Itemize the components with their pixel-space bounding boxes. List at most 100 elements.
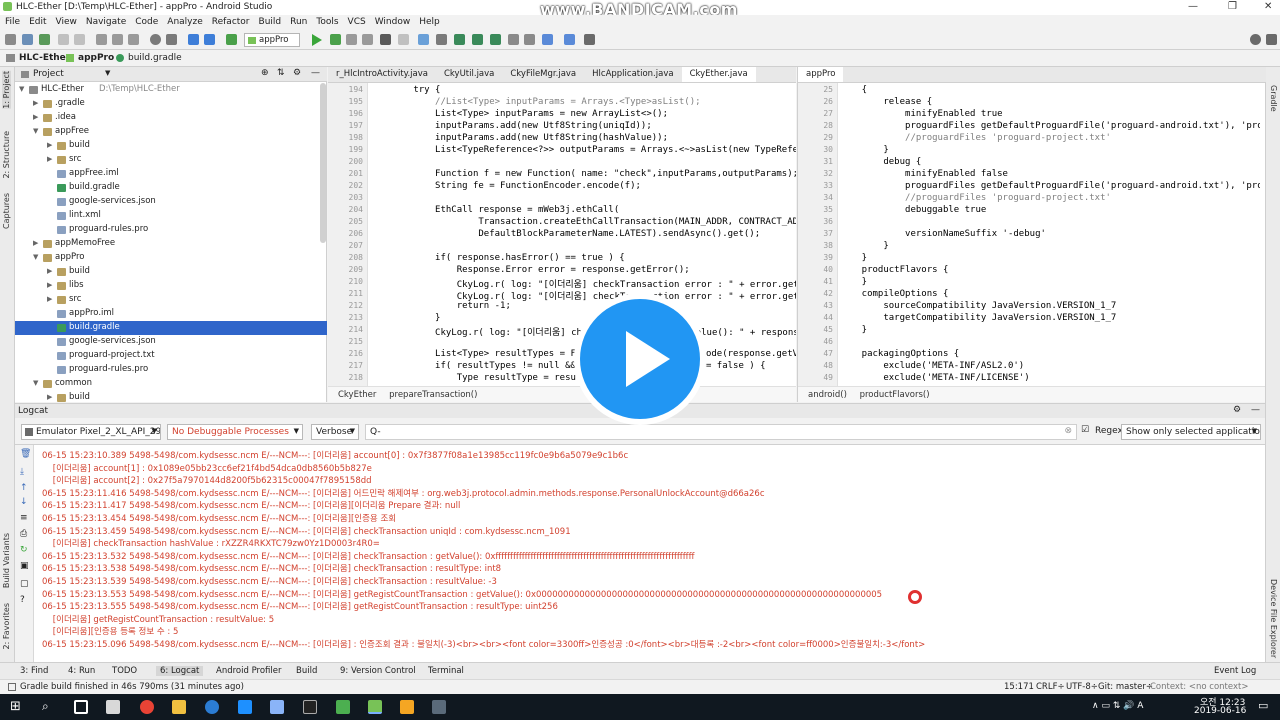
- locate-file-icon[interactable]: ⊕: [261, 68, 269, 78]
- layout-inspector-icon[interactable]: [542, 34, 553, 45]
- clock-date[interactable]: 2019-06-16: [1194, 706, 1246, 716]
- project-scrollbar[interactable]: [320, 83, 326, 243]
- redo-icon[interactable]: [74, 34, 85, 45]
- run-icon[interactable]: [312, 34, 322, 46]
- tree-item[interactable]: lint.xml: [15, 209, 327, 223]
- close-icon[interactable]: ✕: [1264, 1, 1272, 12]
- vcs-commit-icon[interactable]: [490, 34, 501, 45]
- menu-run[interactable]: Run: [290, 17, 307, 27]
- structure-tool-tab[interactable]: 2: Structure: [2, 131, 11, 179]
- device-manager-icon[interactable]: [564, 34, 575, 45]
- chevron-right-icon[interactable]: ▶: [47, 295, 52, 303]
- android-profiler-tab[interactable]: Android Profiler: [216, 666, 282, 676]
- version-control-tab[interactable]: 9: Version Control: [340, 666, 416, 676]
- tree-item[interactable]: ▶ src: [15, 153, 327, 167]
- favorites-tool-tab[interactable]: 2: Favorites: [2, 603, 11, 649]
- tree-item[interactable]: ▶ build: [15, 265, 327, 279]
- editor-tab[interactable]: appPro: [798, 67, 844, 82]
- system-tray-icons[interactable]: ∧ ▭ ⇅ 🔊 A: [1092, 701, 1143, 711]
- maximize-icon[interactable]: ❐: [1228, 1, 1237, 12]
- run-tab[interactable]: 4: Run: [68, 666, 95, 676]
- chevron-right-icon[interactable]: ▶: [33, 239, 38, 247]
- log-level-select[interactable]: Verbose ▼: [311, 424, 359, 440]
- build-hammer-icon[interactable]: [226, 34, 237, 45]
- build-variants-tool-tab[interactable]: Build Variants: [2, 533, 11, 588]
- find-icon[interactable]: [150, 34, 161, 45]
- apply-changes-icon[interactable]: [380, 34, 391, 45]
- menu-navigate[interactable]: Navigate: [86, 17, 126, 27]
- copy-icon[interactable]: [112, 34, 123, 45]
- run-config-select[interactable]: appPro: [244, 33, 300, 47]
- file-explorer-icon[interactable]: [172, 700, 186, 714]
- clear-logcat-icon[interactable]: 🗑: [20, 449, 31, 459]
- video-play-overlay[interactable]: [574, 293, 706, 425]
- logcat-hide-icon[interactable]: —: [1251, 405, 1260, 415]
- paste-icon[interactable]: [128, 34, 139, 45]
- chevron-right-icon[interactable]: ▶: [33, 99, 38, 107]
- menu-code[interactable]: Code: [135, 17, 158, 27]
- todo-tab[interactable]: TODO: [112, 666, 137, 676]
- screenshot-icon[interactable]: ▣: [20, 561, 29, 571]
- editor-tab[interactable]: r_HlcIntroActivity.java: [328, 67, 436, 82]
- chevron-right-icon[interactable]: ▶: [47, 393, 52, 401]
- hide-panel-icon[interactable]: —: [311, 68, 320, 78]
- chevron-down-icon[interactable]: ▼: [33, 127, 38, 135]
- breadcrumb-module[interactable]: appPro: [78, 53, 114, 63]
- editor-tab[interactable]: HlcApplication.java: [584, 67, 681, 82]
- chrome-icon[interactable]: [140, 700, 154, 714]
- debug-icon[interactable]: [330, 34, 341, 45]
- menu-help[interactable]: Help: [419, 17, 440, 27]
- git-branch[interactable]: Git: master÷: [1098, 682, 1153, 692]
- avd-manager-icon[interactable]: [436, 34, 447, 45]
- save-all-icon[interactable]: [22, 34, 33, 45]
- regex-label[interactable]: Regex: [1095, 426, 1123, 436]
- minimize-icon[interactable]: —: [1188, 1, 1198, 12]
- logcat-search-input[interactable]: Q- ⊗: [365, 424, 1077, 440]
- caret-position[interactable]: 15:171: [1004, 682, 1034, 692]
- chevron-right-icon[interactable]: ▶: [47, 267, 52, 275]
- logcat-output[interactable]: 06-15 15:23:10.389 5498-5498/com.kydsess…: [34, 445, 1265, 662]
- help-icon[interactable]: [584, 34, 595, 45]
- structure-toolbar-icon[interactable]: [1266, 34, 1277, 45]
- tree-item[interactable]: ▶ appMemoFree: [15, 237, 327, 251]
- editor-tab[interactable]: CkyFileMgr.java: [502, 67, 584, 82]
- taskbar-other-icon[interactable]: [432, 700, 446, 714]
- up-stack-icon[interactable]: ↑: [20, 483, 28, 493]
- internet-explorer-icon[interactable]: [205, 700, 219, 714]
- menu-edit[interactable]: Edit: [29, 17, 46, 27]
- gear-icon[interactable]: ⚙: [293, 68, 301, 78]
- tree-item[interactable]: appPro.iml: [15, 307, 327, 321]
- gradle-sync-icon[interactable]: [418, 34, 429, 45]
- chevron-down-icon[interactable]: ▼: [19, 85, 24, 93]
- editor-tab[interactable]: CkyUtil.java: [436, 67, 502, 82]
- project-tool-tab[interactable]: 1: Project: [2, 71, 11, 109]
- notification-icon[interactable]: ▭: [1258, 699, 1268, 712]
- taskbar-green-app-icon[interactable]: [336, 700, 350, 714]
- tree-item[interactable]: ▼ appPro: [15, 251, 327, 265]
- open-folder-icon[interactable]: [5, 34, 16, 45]
- build-tab[interactable]: Build: [296, 666, 317, 676]
- logcat-settings-icon[interactable]: ⚙: [1233, 405, 1241, 415]
- menu-refactor[interactable]: Refactor: [212, 17, 250, 27]
- captures-tool-tab[interactable]: Captures: [2, 193, 11, 229]
- bandicam-icon[interactable]: [400, 700, 414, 714]
- device-select[interactable]: Emulator Pixel_2_XL_API_29 ▼: [21, 424, 161, 440]
- android-studio-taskbar-icon[interactable]: [368, 700, 382, 714]
- editor-tab[interactable]: CkyEther.java: [681, 67, 756, 82]
- crumb-product-flavors[interactable]: productFlavors(): [860, 390, 930, 400]
- gradle-tool-tab[interactable]: Gradle: [1269, 85, 1278, 112]
- menu-tools[interactable]: Tools: [316, 17, 338, 27]
- down-stack-icon[interactable]: ↓: [20, 497, 28, 507]
- status-message[interactable]: Gradle build finished in 46s 790ms (31 m…: [20, 682, 244, 692]
- notepad-icon[interactable]: [270, 700, 284, 714]
- tree-item[interactable]: proguard-rules.pro: [15, 363, 327, 377]
- menu-window[interactable]: Window: [375, 17, 411, 27]
- terminal-tab[interactable]: Terminal: [428, 666, 464, 676]
- undo-icon[interactable]: [58, 34, 69, 45]
- attach-debugger-icon[interactable]: [362, 34, 373, 45]
- forward-icon[interactable]: [204, 34, 215, 45]
- crumb-method[interactable]: prepareTransaction(): [389, 390, 477, 400]
- chevron-down-icon[interactable]: ▼: [33, 379, 38, 387]
- tree-item[interactable]: ▶ src: [15, 293, 327, 307]
- regex-checkbox-icon[interactable]: ☑: [1081, 425, 1089, 435]
